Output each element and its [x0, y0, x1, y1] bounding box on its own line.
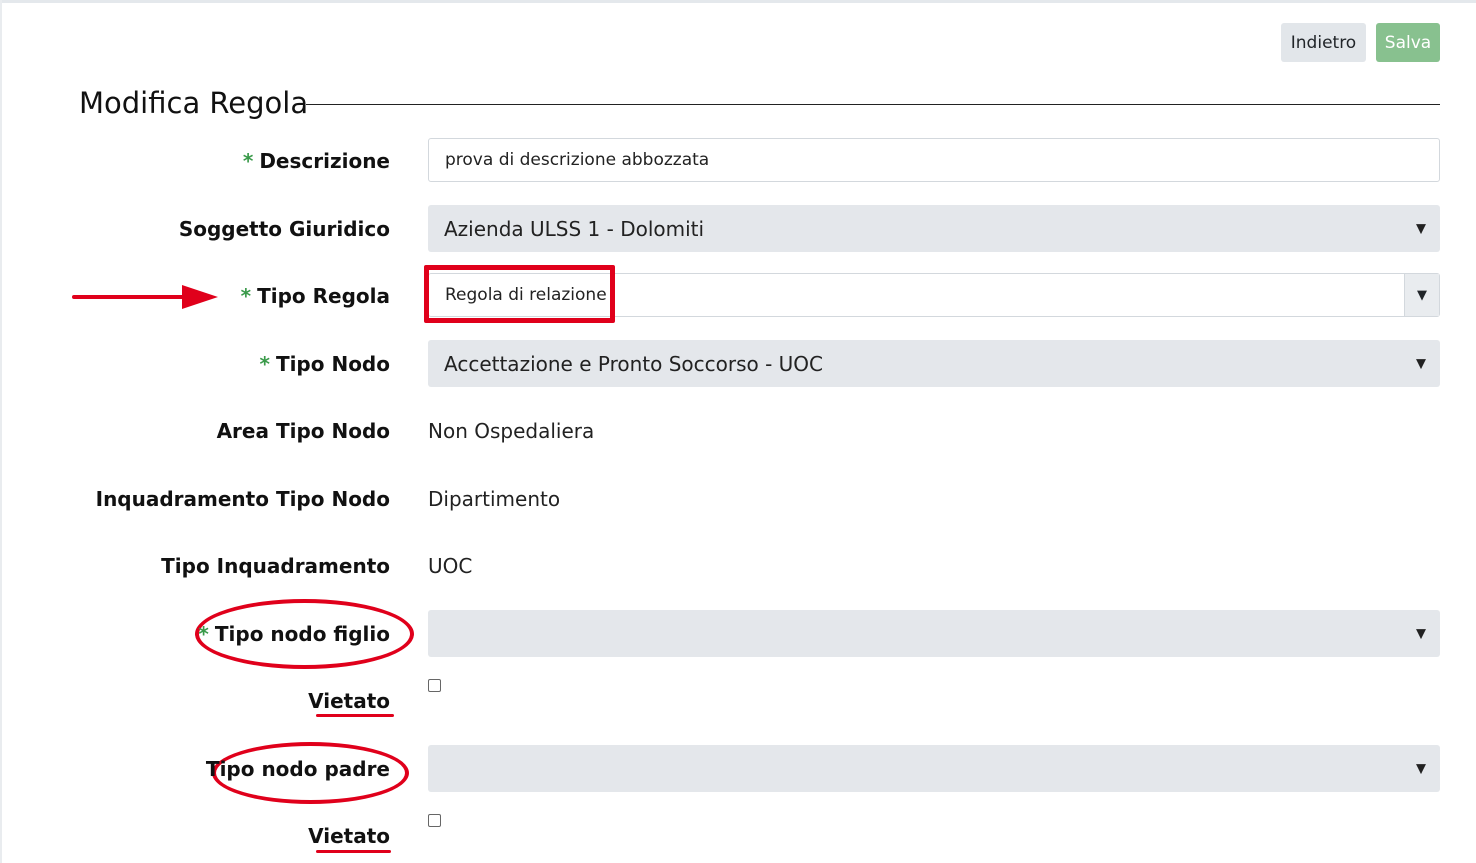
title-divider	[306, 104, 1440, 105]
tipo-nodo-padre-select[interactable]: ▼	[428, 745, 1440, 792]
required-marker: *	[240, 284, 252, 308]
tipo-nodo-figlio-select[interactable]: ▼	[428, 610, 1440, 657]
tipo-inquadramento-label: Tipo Inquadramento	[161, 554, 390, 578]
soggetto-giuridico-value: Azienda ULSS 1 - Dolomiti	[444, 216, 705, 241]
save-button[interactable]: Salva	[1376, 23, 1440, 62]
vietato-padre-label: Vietato	[308, 824, 390, 848]
soggetto-giuridico-select[interactable]: Azienda ULSS 1 - Dolomiti ▼	[428, 205, 1440, 252]
page-title: Modifica Regola	[79, 86, 309, 120]
chevron-down-icon: ▼	[1416, 761, 1426, 776]
annotation-arrow-icon	[72, 285, 218, 309]
tipo-nodo-value: Accettazione e Pronto Soccorso - UOC	[444, 351, 824, 376]
inquadramento-tipo-nodo-value: Dipartimento	[428, 487, 561, 511]
descrizione-label: * Descrizione	[242, 149, 390, 173]
tipo-nodo-figlio-label: * Tipo nodo figlio	[198, 622, 390, 646]
area-tipo-nodo-value: Non Ospedaliera	[428, 419, 595, 443]
required-marker: *	[242, 149, 254, 173]
chevron-down-icon: ▼	[1416, 356, 1426, 371]
vietato-figlio-label: Vietato	[308, 689, 390, 713]
area-tipo-nodo-label: Area Tipo Nodo	[216, 419, 390, 443]
window-left-border	[0, 0, 2, 863]
chevron-down-icon: ▼	[1416, 626, 1426, 641]
required-marker: *	[198, 622, 209, 646]
soggetto-giuridico-label: Soggetto Giuridico	[178, 217, 390, 241]
annotation-underline	[316, 714, 394, 717]
inquadramento-tipo-nodo-label: Inquadramento Tipo Nodo	[95, 487, 390, 511]
chevron-down-icon[interactable]: ▼	[1404, 274, 1439, 316]
tipo-regola-label: * Tipo Regola	[240, 284, 390, 308]
tipo-inquadramento-value: UOC	[428, 554, 473, 578]
tipo-nodo-select[interactable]: Accettazione e Pronto Soccorso - UOC ▼	[428, 340, 1440, 387]
window-top-border	[0, 0, 1476, 3]
descrizione-value: prova di descrizione abbozzata	[445, 150, 710, 170]
annotation-highlight-box	[424, 265, 615, 323]
chevron-down-icon: ▼	[1416, 221, 1426, 236]
annotation-underline	[316, 850, 391, 853]
vietato-padre-checkbox[interactable]	[428, 814, 441, 827]
required-marker: *	[259, 352, 270, 376]
vietato-figlio-checkbox[interactable]	[428, 679, 441, 692]
descrizione-input[interactable]: prova di descrizione abbozzata	[428, 138, 1440, 182]
back-button[interactable]: Indietro	[1281, 23, 1366, 62]
tipo-nodo-label: * Tipo Nodo	[259, 352, 390, 376]
tipo-nodo-padre-label: Tipo nodo padre	[205, 757, 390, 781]
